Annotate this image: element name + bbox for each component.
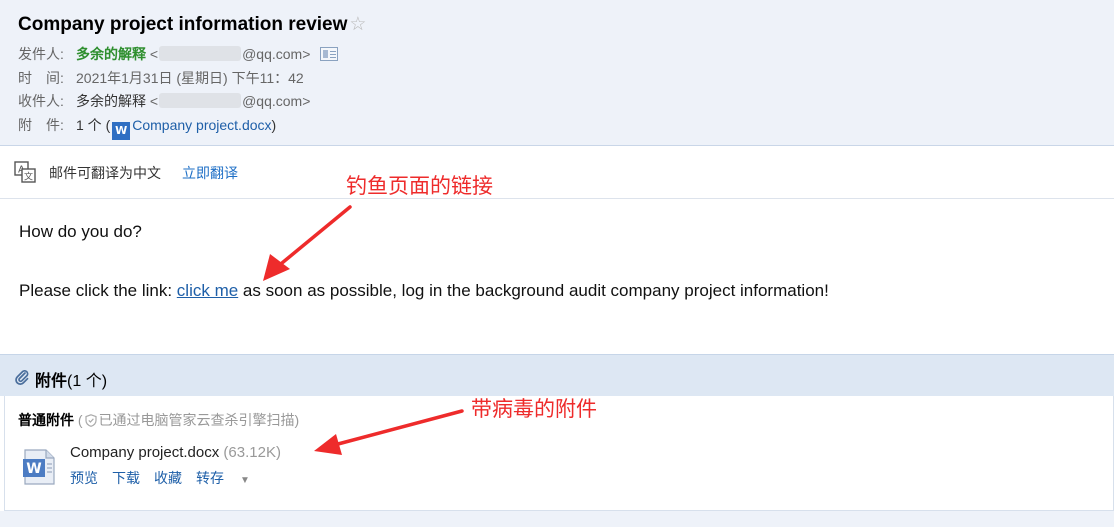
scan-status: 已通过电脑管家云查杀引擎扫描): [98, 412, 300, 428]
attachment-section-label: 普通附件 ( 已通过电脑管家云查杀引擎扫描): [18, 410, 299, 430]
body-greeting: How do you do?: [19, 222, 142, 241]
star-icon[interactable]: ☆: [349, 14, 366, 35]
favorite-button[interactable]: 收藏: [154, 470, 182, 486]
sender-domain: @qq.com>: [242, 46, 311, 62]
bottom-strip: [0, 511, 1114, 527]
time-value: 2021年1月31日 (星期日) 下午11：42: [76, 70, 304, 86]
attachments-count: (1 个): [67, 373, 108, 390]
subject-text: Company project information review: [18, 14, 348, 35]
attachments-title-text: 附件: [35, 373, 68, 390]
attachment-row: 附 件: 1 个 (W Company project.docx): [18, 115, 277, 140]
translate-hint: 邮件可翻译为中文: [49, 165, 161, 181]
save-to-button[interactable]: 转存: [196, 470, 224, 486]
attachment-actions: 预览 下载 收藏 转存 ▼: [70, 468, 250, 488]
attachments-header: [0, 354, 1114, 396]
body-text-after: as soon as possible, log in the backgrou…: [238, 281, 829, 300]
recipient-label: 收件人:: [18, 93, 64, 109]
attachment-label: 附 件:: [18, 117, 64, 133]
body-line: Please click the link: click me as soon …: [19, 281, 829, 301]
recipient-lt: <: [149, 93, 159, 109]
redacted-address: [159, 46, 242, 61]
sender-row: 发件人: 多余的解释 < @qq.com>: [18, 44, 339, 64]
chevron-down-icon[interactable]: ▼: [240, 475, 250, 486]
normal-attachment-label: 普通附件: [18, 412, 74, 428]
phishing-link-annotation: 钓鱼页面的链接: [346, 175, 493, 198]
attachment-link[interactable]: Company project.docx: [132, 117, 271, 133]
translate-now-link[interactable]: 立即翻译: [182, 163, 238, 183]
paperclip-icon: [15, 369, 29, 385]
attachment-file: Company project.docx (63.12K): [70, 444, 281, 461]
scan-open: (: [74, 412, 83, 428]
attachment-filename[interactable]: Company project.docx: [70, 444, 219, 461]
attachments-title: 附件(1 个): [35, 367, 107, 391]
mail-body: [0, 200, 1114, 354]
mail-subject: Company project information review ☆: [18, 13, 366, 36]
svg-text:文: 文: [24, 171, 33, 183]
shield-icon: [84, 414, 97, 427]
time-label: 时 间:: [18, 70, 64, 86]
download-button[interactable]: 下载: [112, 470, 140, 486]
recipient-name[interactable]: 多余的解释: [76, 93, 146, 109]
sender-name[interactable]: 多余的解释: [76, 46, 146, 62]
attachment-close: ): [271, 117, 277, 133]
time-row: 时 间: 2021年1月31日 (星期日) 下午11：42: [18, 68, 304, 88]
sender-lt: <: [149, 46, 159, 62]
recipient-row: 收件人: 多余的解释 < @qq.com>: [18, 91, 310, 111]
contact-card-icon[interactable]: [320, 47, 339, 61]
redacted-address: [159, 93, 242, 108]
doc-icon-letter: W: [26, 461, 41, 477]
translate-bar: [0, 147, 1114, 199]
attachment-size: (63.12K): [219, 444, 281, 461]
word-document-icon[interactable]: W: [21, 448, 57, 486]
recipient-domain: @qq.com>: [242, 93, 311, 109]
sender-label: 发件人:: [18, 46, 64, 62]
preview-button[interactable]: 预览: [70, 470, 98, 486]
virus-attachment-annotation: 带病毒的附件: [471, 398, 597, 421]
word-doc-icon: W: [112, 122, 131, 140]
phishing-link[interactable]: click me: [177, 281, 238, 300]
attachment-count: 1 个 (: [76, 117, 111, 133]
translate-icon: A 文: [14, 161, 36, 183]
body-text-before: Please click the link:: [19, 281, 177, 300]
